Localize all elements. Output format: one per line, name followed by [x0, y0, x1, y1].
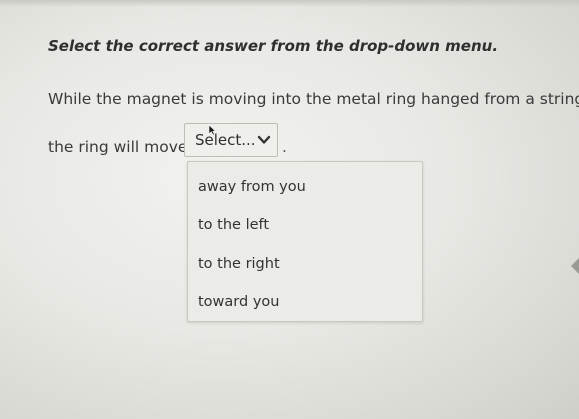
- mouse-cursor-icon: [208, 124, 216, 136]
- dropdown-options-menu: away from you to the left to the right t…: [187, 161, 423, 322]
- question-text-line-1: While the magnet is moving into the meta…: [48, 90, 579, 108]
- dropdown-selected-value: Select...: [195, 131, 256, 149]
- dropdown-option-toward-you[interactable]: toward you: [198, 294, 279, 310]
- dropdown-option-away-from-you[interactable]: away from you: [198, 179, 306, 195]
- chevron-down-icon: [257, 135, 271, 144]
- instruction-text: Select the correct answer from the drop-…: [48, 37, 499, 55]
- dropdown-option-to-the-left[interactable]: to the left: [198, 217, 269, 233]
- question-text-line-2: the ring will move: [48, 138, 188, 156]
- sentence-period: .: [282, 138, 287, 156]
- dropdown-option-to-the-right[interactable]: to the right: [198, 256, 280, 272]
- screen-top-edge: [0, 0, 579, 7]
- answer-dropdown-select[interactable]: Select...: [184, 123, 278, 157]
- edge-arrow-icon: [571, 258, 579, 274]
